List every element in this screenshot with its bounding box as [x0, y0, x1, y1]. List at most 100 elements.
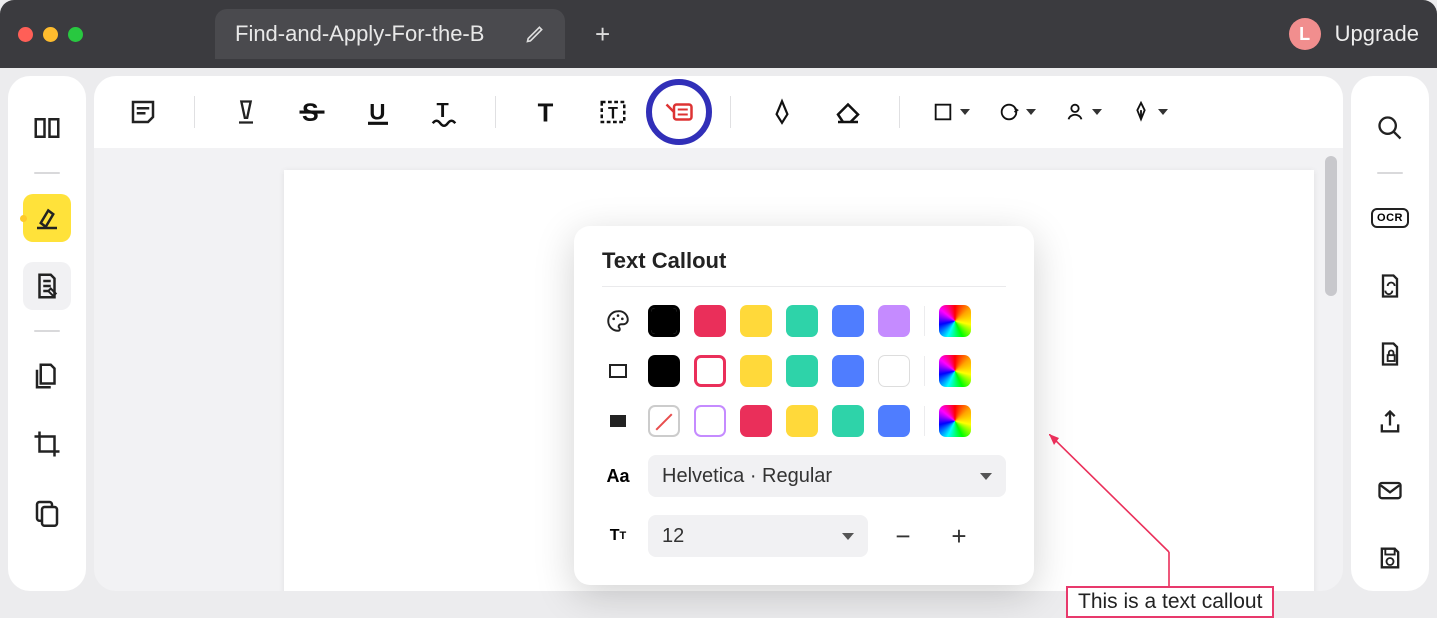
annotation-toolbar: S U T T T [94, 76, 1343, 148]
upgrade-button[interactable]: L Upgrade [1289, 18, 1419, 50]
chevron-down-icon [842, 533, 854, 540]
measure-tool[interactable] [998, 93, 1036, 131]
text-color-swatch[interactable] [648, 305, 680, 337]
fill-color-swatch[interactable] [740, 405, 772, 437]
highlighter-icon [32, 203, 62, 233]
strikethrough-tool[interactable]: S [293, 93, 331, 131]
window-zoom-button[interactable] [68, 27, 83, 42]
highlighter-tip-icon [232, 97, 260, 127]
toolbar-separator [730, 96, 731, 128]
font-size-decrease-button[interactable]: − [882, 515, 924, 557]
compress-button[interactable] [23, 488, 71, 536]
border-color-swatch[interactable] [648, 355, 680, 387]
note-tool[interactable] [124, 93, 162, 131]
save-button[interactable] [1366, 534, 1414, 582]
eraser-tool[interactable] [829, 93, 867, 131]
pen-tool[interactable] [763, 93, 801, 131]
search-button[interactable] [1366, 104, 1414, 152]
swatch-separator [924, 406, 925, 436]
swatch-separator [924, 306, 925, 336]
text-tool[interactable]: T [528, 93, 566, 131]
window-minimize-button[interactable] [43, 27, 58, 42]
book-open-icon [32, 113, 62, 143]
font-aa-icon: Aa [602, 466, 634, 487]
text-t-icon: T [533, 98, 561, 126]
mail-icon [1376, 476, 1404, 504]
ocr-button[interactable]: OCR [1366, 194, 1414, 242]
convert-button[interactable] [1366, 262, 1414, 310]
font-size-row: TT 12 − + [602, 515, 1006, 557]
border-color-row [602, 355, 1006, 387]
fill-color-swatch[interactable] [694, 405, 726, 437]
fill-color-swatch[interactable] [648, 405, 680, 437]
underline-tool[interactable]: U [359, 93, 397, 131]
border-color-swatch[interactable] [878, 355, 910, 387]
font-family-value: Helvetica · Regular [662, 465, 832, 488]
fountain-pen-icon [1130, 97, 1152, 127]
share-icon [1376, 408, 1404, 436]
squiggly-underline-icon: T [429, 97, 459, 127]
text-color-row [602, 305, 1006, 337]
border-color-swatch[interactable] [786, 355, 818, 387]
text-color-swatch[interactable] [740, 305, 772, 337]
new-tab-button[interactable]: + [595, 19, 610, 50]
highlight-tool[interactable] [227, 93, 265, 131]
font-row: Aa Helvetica · Regular [602, 455, 1006, 497]
signature-tool[interactable] [1130, 93, 1168, 131]
upgrade-label: Upgrade [1335, 21, 1419, 47]
vertical-scrollbar[interactable] [1325, 156, 1337, 296]
border-color-swatch[interactable] [832, 355, 864, 387]
popup-divider [602, 286, 1006, 287]
pages-panel-button[interactable] [23, 352, 71, 400]
left-tool-rail [8, 76, 86, 591]
text-color-swatch[interactable] [878, 305, 910, 337]
svg-text:T: T [538, 99, 554, 126]
stamp-tool[interactable] [1064, 93, 1102, 131]
custom-color-button[interactable] [939, 355, 971, 387]
toolbar-separator [495, 96, 496, 128]
square-outline-icon [602, 359, 634, 383]
custom-color-button[interactable] [939, 405, 971, 437]
window-close-button[interactable] [18, 27, 33, 42]
font-size-increase-button[interactable]: + [938, 515, 980, 557]
fill-color-swatch[interactable] [878, 405, 910, 437]
reader-mode-button[interactable] [23, 104, 71, 152]
shape-tool[interactable] [932, 93, 970, 131]
callout-text-box[interactable]: This is a text callout [1066, 586, 1274, 618]
border-color-swatch[interactable] [740, 355, 772, 387]
annotate-mode-button[interactable] [23, 194, 71, 242]
rail-separator [34, 172, 60, 174]
text-color-swatch[interactable] [832, 305, 864, 337]
text-color-swatch[interactable] [786, 305, 818, 337]
popup-title: Text Callout [602, 248, 1006, 274]
svg-text:U: U [369, 100, 385, 125]
swatch-separator [924, 356, 925, 386]
edit-mode-button[interactable] [23, 262, 71, 310]
custom-color-button[interactable] [939, 305, 971, 337]
text-callout-tool[interactable] [660, 93, 698, 131]
mail-button[interactable] [1366, 466, 1414, 514]
svg-text:T: T [608, 104, 618, 122]
eraser-icon [833, 97, 863, 127]
text-box-tool[interactable]: T [594, 93, 632, 131]
text-box-icon: T [598, 97, 628, 127]
font-family-select[interactable]: Helvetica · Regular [648, 455, 1006, 497]
crop-button[interactable] [23, 420, 71, 468]
file-convert-icon [1376, 272, 1404, 300]
chevron-down-icon [980, 473, 992, 480]
squiggly-tool[interactable]: T [425, 93, 463, 131]
square-filled-icon [602, 409, 634, 433]
callout-text: This is a text callout [1078, 590, 1262, 613]
border-color-swatch[interactable] [694, 355, 726, 387]
fill-color-swatch[interactable] [786, 405, 818, 437]
font-size-select[interactable]: 12 [648, 515, 868, 557]
document-tab[interactable]: Find-and-Apply-For-the-B [215, 9, 565, 59]
text-color-swatch[interactable] [694, 305, 726, 337]
share-button[interactable] [1366, 398, 1414, 446]
traffic-lights [18, 27, 83, 42]
pages-stack-icon [32, 361, 62, 391]
fill-color-swatch[interactable] [832, 405, 864, 437]
protect-button[interactable] [1366, 330, 1414, 378]
rail-separator [34, 330, 60, 332]
font-size-icon: TT [602, 527, 634, 545]
